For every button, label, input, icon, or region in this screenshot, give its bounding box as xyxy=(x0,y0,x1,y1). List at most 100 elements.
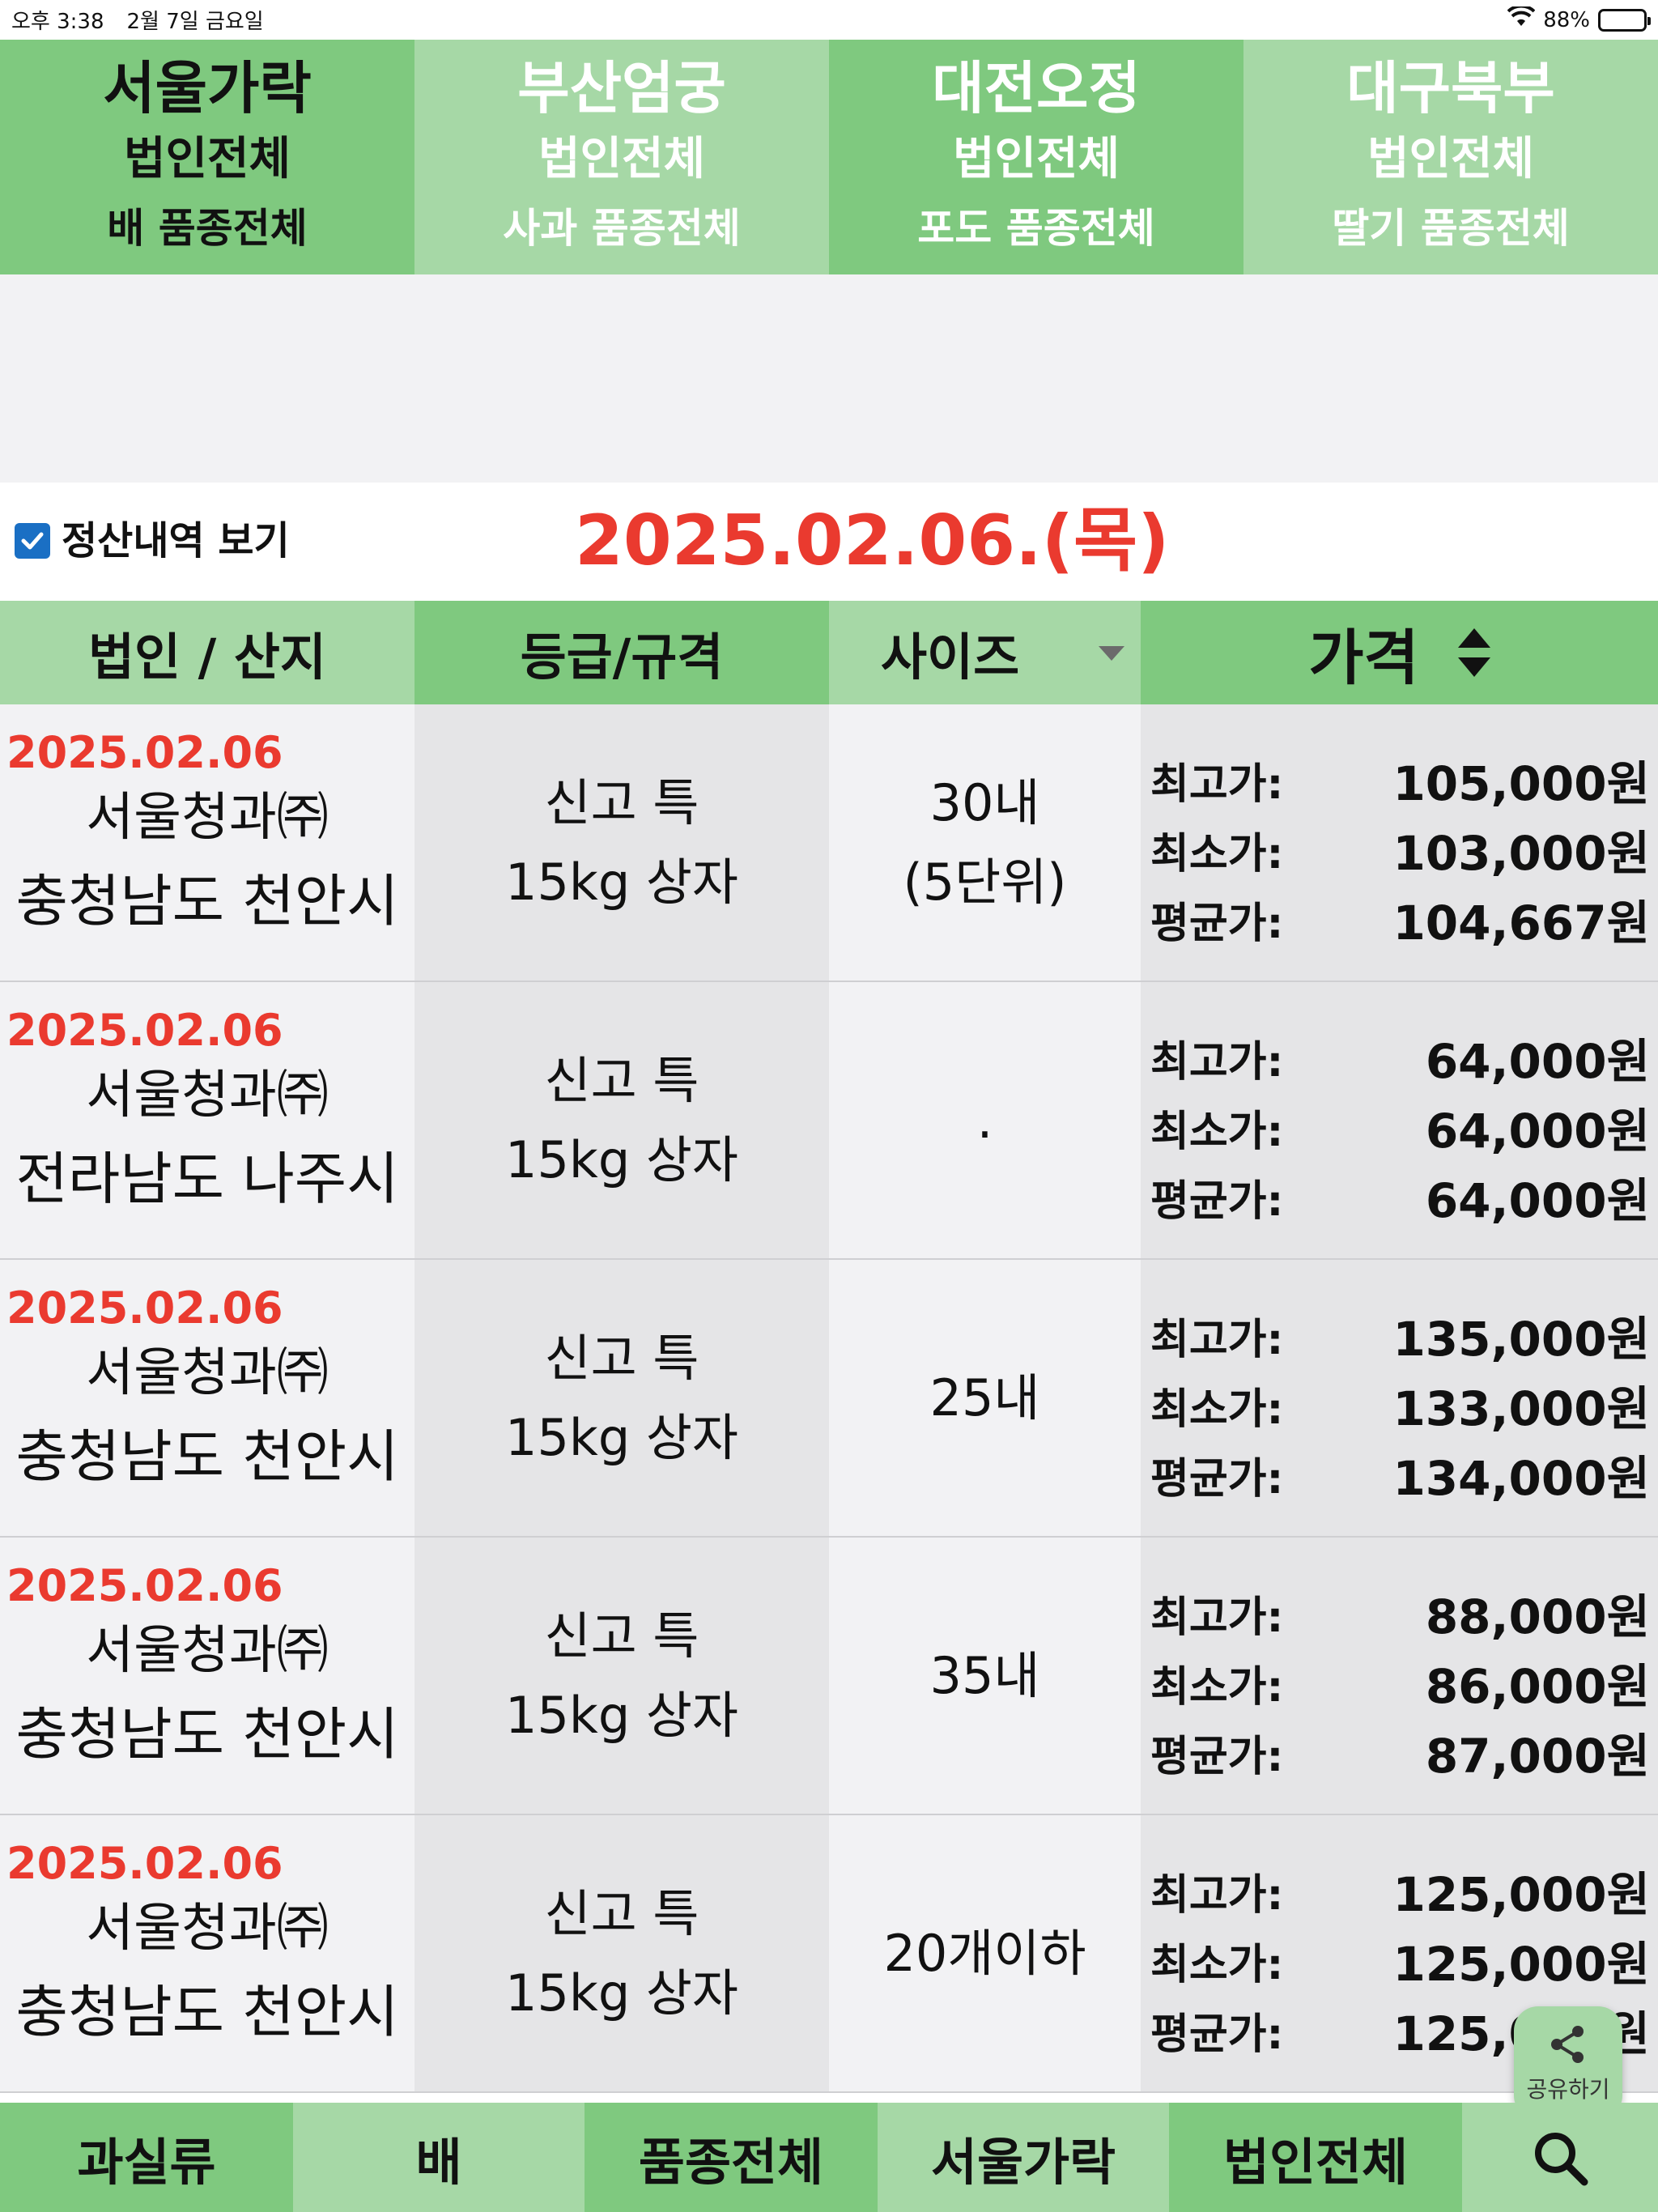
cell-grade: 신고 특 15kg 상자 xyxy=(414,982,829,1258)
avg-price: 87,000원 xyxy=(1425,1729,1650,1784)
row-date: 2025.02.06 xyxy=(6,1838,283,1889)
table-row[interactable]: 2025.02.06 서울청과㈜ 충청남도 천안시 신고 특 15kg 상자 30… xyxy=(0,704,1658,982)
table-header: 법인 / 산지 등급/규격 사이즈 가격 xyxy=(0,601,1658,704)
row-grade: 신고 특 xyxy=(544,1050,699,1110)
avg-price-label: 평균가: xyxy=(1150,1454,1284,1504)
bottom-variety-label: 품종전체 xyxy=(638,2132,824,2192)
min-price-label: 최소가: xyxy=(1150,1940,1284,1989)
avg-price: 134,000원 xyxy=(1392,1451,1650,1506)
market-corp: 법인전체 xyxy=(538,133,706,185)
min-price-label: 최소가: xyxy=(1150,1385,1284,1434)
row-origin: 충청남도 천안시 xyxy=(15,1979,399,2045)
row-size: 35내 xyxy=(929,1645,1040,1705)
battery-percent: 88% xyxy=(1543,7,1590,32)
row-size-unit: (5단위) xyxy=(903,852,1067,912)
bottom-corp-button[interactable]: 법인전체 xyxy=(1169,2103,1462,2212)
bottom-bar: 과실류 배 품종전체 서울가락 법인전체 xyxy=(0,2103,1658,2212)
header-price-label: 가격 xyxy=(1308,623,1419,693)
market-item: 딸기 품종전체 xyxy=(1332,205,1570,252)
market-corp: 법인전체 xyxy=(123,133,291,185)
market-item: 사과 품종전체 xyxy=(503,205,741,252)
dropdown-caret-icon xyxy=(1099,646,1124,661)
cell-corp-origin: 2025.02.06 서울청과㈜ 충청남도 천안시 xyxy=(0,704,414,981)
cell-size: . xyxy=(829,982,1141,1258)
max-price-label: 최고가: xyxy=(1150,1315,1284,1364)
header-price[interactable]: 가격 xyxy=(1141,601,1658,704)
cell-size: 20개이하 xyxy=(829,1815,1141,2091)
row-date: 2025.02.06 xyxy=(6,1283,283,1334)
market-name: 서울가락 xyxy=(103,55,312,121)
header-grade[interactable]: 등급/규격 xyxy=(414,601,829,704)
row-date: 2025.02.06 xyxy=(6,1005,283,1056)
row-corp: 서울청과㈜ xyxy=(86,1621,329,1681)
row-grade: 신고 특 xyxy=(544,1606,699,1665)
avg-price: 64,000원 xyxy=(1425,1173,1650,1228)
share-label: 공유하기 xyxy=(1526,2076,1610,2103)
table-row[interactable]: 2025.02.06 서울청과㈜ 충청남도 천안시 신고 특 15kg 상자 20… xyxy=(0,1815,1658,2093)
status-date: 2월 7일 금요일 xyxy=(126,10,264,34)
header-size-label: 사이즈 xyxy=(881,627,1020,687)
date-title: 2025.02.06.(목) xyxy=(575,500,1170,581)
max-price-label: 최고가: xyxy=(1150,1593,1284,1642)
bottom-market-label: 서울가락 xyxy=(930,2132,1116,2192)
row-spec: 15kg 상자 xyxy=(505,1407,738,1467)
status-right: 88% xyxy=(1507,4,1651,33)
status-time: 오후 3:38 xyxy=(11,10,104,34)
row-spec: 15kg 상자 xyxy=(505,852,738,912)
search-icon xyxy=(1535,2132,1588,2185)
status-bar: 오후 3:38 2월 7일 금요일 88% xyxy=(0,0,1658,40)
market-tab-daegu[interactable]: 대구북부 법인전체 딸기 품종전체 xyxy=(1244,40,1658,274)
max-price: 125,000원 xyxy=(1392,1867,1650,1922)
market-tab-daejeon[interactable]: 대전오정 법인전체 포도 품종전체 xyxy=(829,40,1244,274)
cell-corp-origin: 2025.02.06 서울청과㈜ 충청남도 천안시 xyxy=(0,1260,414,1536)
market-tab-seoul[interactable]: 서울가락 법인전체 배 품종전체 xyxy=(0,40,414,274)
market-tabs: 서울가락 법인전체 배 품종전체 부산엄궁 법인전체 사과 품종전체 대전오정 … xyxy=(0,40,1658,274)
table-row[interactable]: 2025.02.06 서울청과㈜ 충청남도 천안시 신고 특 15kg 상자 35… xyxy=(0,1538,1658,1815)
bottom-variety-button[interactable]: 품종전체 xyxy=(585,2103,878,2212)
cell-size: 35내 xyxy=(829,1538,1141,1814)
min-price-label: 최소가: xyxy=(1150,829,1284,878)
min-price: 125,000원 xyxy=(1392,1937,1650,1992)
avg-price-label: 평균가: xyxy=(1150,2010,1284,2059)
bottom-item-button[interactable]: 배 xyxy=(293,2103,585,2212)
market-item: 포도 품종전체 xyxy=(917,205,1155,252)
row-date: 2025.02.06 xyxy=(6,1560,283,1611)
market-tab-busan[interactable]: 부산엄궁 법인전체 사과 품종전체 xyxy=(414,40,829,274)
sort-icon[interactable] xyxy=(1457,628,1490,677)
row-origin: 충청남도 천안시 xyxy=(15,868,399,934)
cell-corp-origin: 2025.02.06 서울청과㈜ 전라남도 나주시 xyxy=(0,982,414,1258)
min-price: 64,000원 xyxy=(1425,1104,1650,1159)
bottom-corp-label: 법인전체 xyxy=(1222,2132,1409,2192)
table-row[interactable]: 2025.02.06 서울청과㈜ 충청남도 천안시 신고 특 15kg 상자 25… xyxy=(0,1260,1658,1538)
row-size: 30내 xyxy=(929,772,1040,832)
max-price: 135,000원 xyxy=(1392,1312,1650,1367)
settle-checkbox[interactable] xyxy=(15,523,50,559)
cell-size: 30내 (5단위) xyxy=(829,704,1141,981)
cell-grade: 신고 특 15kg 상자 xyxy=(414,1260,829,1536)
cell-price: 최고가: 105,000원 최소가: 103,000원 평균가: 104,667원 xyxy=(1141,704,1658,981)
header-corp-origin[interactable]: 법인 / 산지 xyxy=(0,601,414,704)
cell-corp-origin: 2025.02.06 서울청과㈜ 충청남도 천안시 xyxy=(0,1538,414,1814)
avg-price: 104,667원 xyxy=(1392,895,1650,951)
max-price-label: 최고가: xyxy=(1150,1037,1284,1087)
header-corp-origin-label: 법인 / 산지 xyxy=(88,627,326,687)
market-item: 배 품종전체 xyxy=(107,205,308,252)
avg-price-label: 평균가: xyxy=(1150,1732,1284,1781)
table-body[interactable]: 2025.02.06 서울청과㈜ 충청남도 천안시 신고 특 15kg 상자 30… xyxy=(0,704,1658,2103)
max-price: 64,000원 xyxy=(1425,1034,1650,1089)
bottom-market-button[interactable]: 서울가락 xyxy=(878,2103,1169,2212)
bottom-search-button[interactable] xyxy=(1462,2103,1658,2212)
checkmark-icon xyxy=(21,532,44,550)
min-price-label: 최소가: xyxy=(1150,1662,1284,1712)
header-size[interactable]: 사이즈 xyxy=(829,601,1141,704)
market-name: 부산엄궁 xyxy=(517,55,726,121)
bottom-item-label: 배 xyxy=(415,2132,462,2192)
settle-label[interactable]: 정산내역 보기 xyxy=(62,512,290,570)
cell-corp-origin: 2025.02.06 서울청과㈜ 충청남도 천안시 xyxy=(0,1815,414,2091)
market-name: 대구북부 xyxy=(1346,55,1555,121)
avg-price-label: 평균가: xyxy=(1150,899,1284,948)
table-row[interactable]: 2025.02.06 서울청과㈜ 전라남도 나주시 신고 특 15kg 상자 . … xyxy=(0,982,1658,1260)
blank-area xyxy=(0,274,1658,483)
bottom-category-button[interactable]: 과실류 xyxy=(0,2103,293,2212)
cell-price: 최고가: 64,000원 최소가: 64,000원 평균가: 64,000원 xyxy=(1141,982,1658,1258)
